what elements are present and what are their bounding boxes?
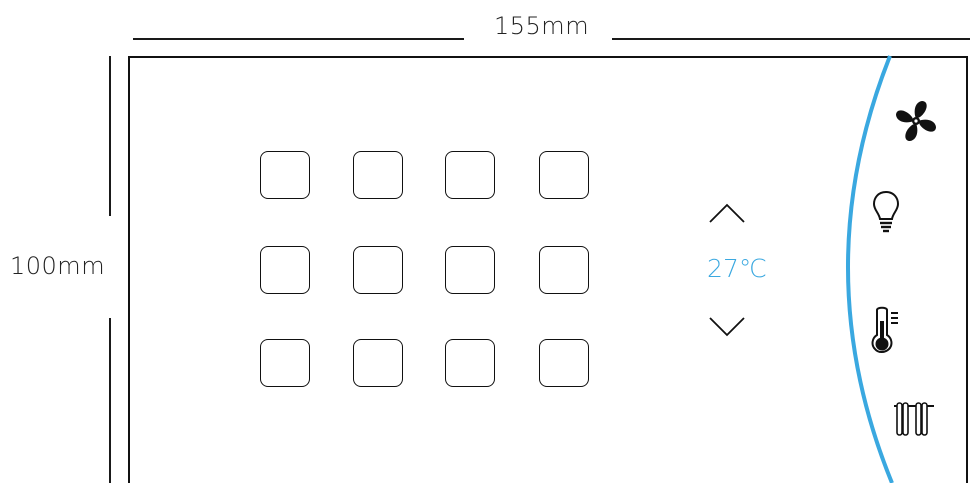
lightbulb-icon[interactable] xyxy=(871,189,901,239)
radiator-icon[interactable] xyxy=(893,401,935,437)
side-menu-curve xyxy=(846,55,894,483)
device-diagram: 155mm 100mm 27℃ xyxy=(0,0,977,483)
thermometer-icon[interactable] xyxy=(867,305,903,357)
fan-icon[interactable] xyxy=(893,98,939,144)
